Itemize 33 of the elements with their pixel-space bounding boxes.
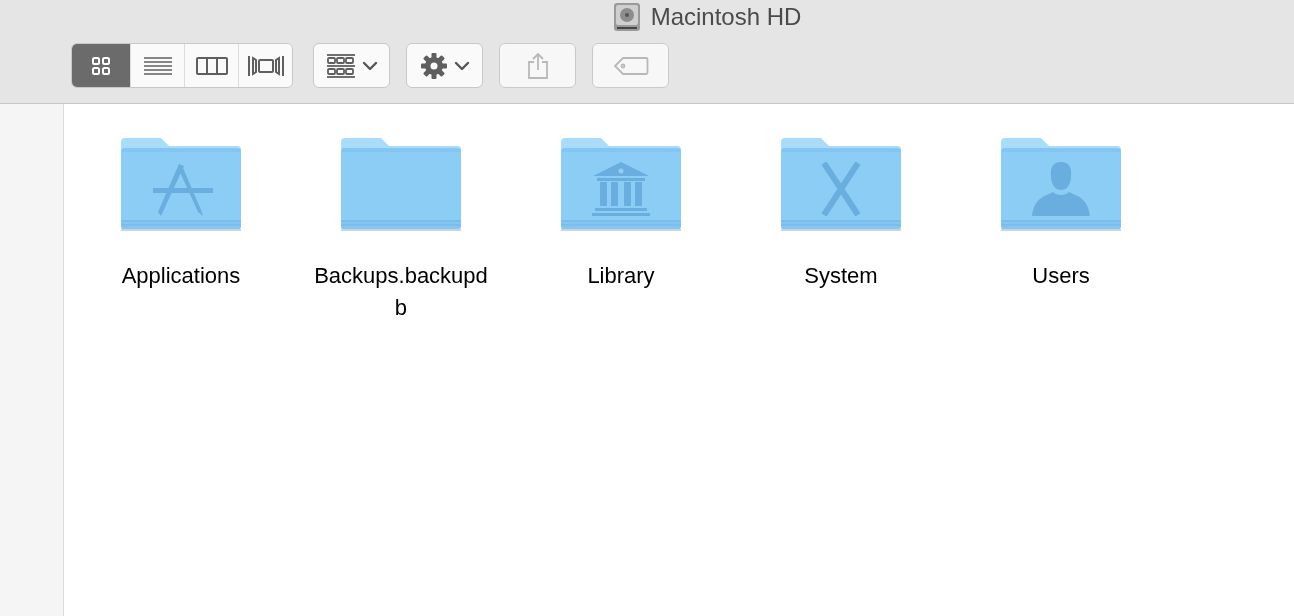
arrange-button[interactable] (313, 43, 390, 88)
folder-item[interactable]: System (731, 136, 951, 292)
folder-item[interactable]: Applications (71, 136, 291, 292)
folder-item[interactable]: Backups.backupd b (291, 136, 511, 324)
action-button[interactable] (406, 43, 483, 88)
columns-icon (195, 55, 228, 76)
folder-name: Library (587, 262, 655, 290)
gear-icon (419, 51, 448, 80)
folder-name: Users (1032, 262, 1090, 290)
cover-flow-icon (246, 54, 285, 77)
folder-name: System (804, 262, 878, 290)
window-title: Macintosh HD (650, 2, 802, 32)
building-columns-icon (591, 160, 651, 218)
folder-icon (121, 136, 241, 232)
folder-icon (781, 136, 901, 232)
chevron-down-icon (361, 60, 378, 71)
folder-name: Applications (121, 262, 241, 290)
chevron-down-icon (453, 60, 470, 71)
folder-item[interactable]: Users (951, 136, 1171, 292)
person-silhouette-icon (1031, 160, 1091, 218)
x-emblem-icon (821, 162, 861, 216)
list-icon (142, 55, 173, 76)
view-mode-button[interactable] (72, 44, 130, 87)
tag-icon (612, 55, 649, 76)
view-mode-button[interactable] (238, 44, 292, 87)
folder-name: Backups.backupd b (314, 262, 488, 322)
view-mode-button[interactable] (184, 44, 238, 87)
arrange-grid-icon (325, 52, 356, 79)
folder-icon (341, 136, 461, 232)
share-icon (526, 51, 549, 80)
grid-icon (91, 55, 111, 76)
folder-item[interactable]: Library (511, 136, 731, 292)
view-mode-button[interactable] (130, 44, 184, 87)
